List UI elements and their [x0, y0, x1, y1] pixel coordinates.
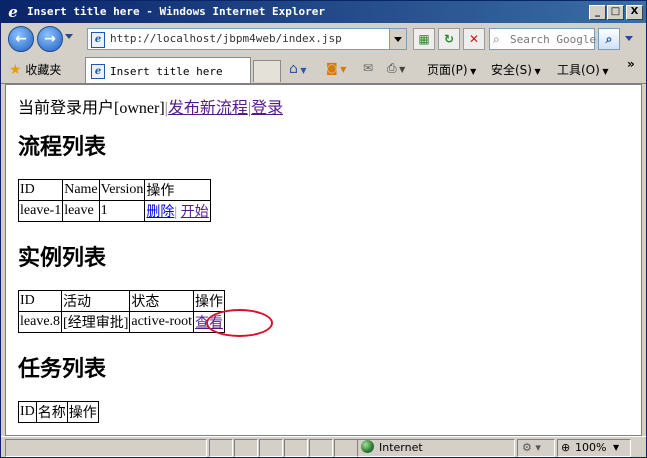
current-user-text: 当前登录用户[owner] — [18, 100, 165, 117]
stop-icon[interactable]: ✕ — [463, 28, 485, 50]
favorites-label: 收藏夹 — [25, 63, 62, 77]
internet-globe-icon — [361, 440, 374, 453]
safety-menu-label: 安全(S) — [491, 63, 532, 77]
instance-state: active-root — [129, 311, 194, 333]
instance-table: ID 活动 状态 操作 leave.8 [经理审批] active-root 查… — [17, 290, 225, 333]
start-link[interactable]: 开始 — [181, 205, 209, 220]
protected-mode-icon: ⚙ ▾ — [522, 441, 541, 454]
header-cell: 状态 — [129, 290, 194, 312]
header-cell: 操作 — [66, 401, 99, 423]
zoom-level: 100% — [575, 441, 607, 454]
status-pane — [334, 439, 358, 457]
maximize-button[interactable]: □ — [607, 5, 624, 20]
refresh-icon[interactable]: ↻ — [438, 28, 460, 50]
header-cell: ID — [17, 290, 63, 312]
tab-active[interactable]: e Insert title here — [85, 57, 251, 83]
compatibility-icon[interactable]: ▦ — [413, 28, 435, 50]
deploy-process-link[interactable]: 发布新流程 — [168, 100, 248, 117]
address-dropdown-icon[interactable] — [389, 29, 406, 49]
process-version: 1 — [98, 200, 146, 222]
delete-link[interactable]: 删除 — [146, 205, 174, 220]
search-input[interactable]: Search Google — [510, 33, 596, 46]
close-button[interactable]: X — [626, 5, 643, 20]
search-box[interactable]: ⌕ Search Google — [489, 28, 596, 50]
more-chevron-icon[interactable]: » — [627, 57, 635, 71]
status-bar: Internet ⚙ ▾ ⊕ 100% ▼ — [1, 436, 646, 457]
process-id: leave-1 — [17, 200, 64, 222]
process-name: leave — [62, 200, 100, 222]
process-list-heading: 流程列表 — [18, 134, 107, 159]
page-icon: e — [91, 32, 105, 48]
status-pane — [234, 439, 258, 457]
title-bar: e Insert title here - Windows Internet E… — [1, 1, 646, 23]
browser-window: e Insert title here - Windows Internet E… — [0, 0, 647, 458]
process-actions: 删除| 开始 — [144, 200, 211, 222]
print-icon[interactable]: ⎙ ▼ — [387, 61, 405, 76]
page-content: 当前登录用户[owner]|发布新流程|登录 流程列表 ID Name Vers… — [5, 84, 642, 436]
highlight-oval — [206, 309, 273, 337]
address-input[interactable]: http://localhost/jbpm4web/index.jsp — [110, 32, 342, 45]
history-dropdown-icon[interactable] — [65, 34, 73, 39]
zoom-icon: ⊕ — [561, 441, 571, 454]
window-title: Insert title here - Windows Internet Exp… — [27, 5, 326, 18]
tab-title: Insert title here — [110, 65, 223, 78]
mail-icon[interactable]: ✉ — [363, 61, 373, 75]
status-text-pane — [5, 439, 207, 457]
login-status-line: 当前登录用户[owner]|发布新流程|登录 — [18, 94, 283, 118]
status-pane — [259, 439, 283, 457]
favorites-button[interactable]: ★ 收藏夹 — [9, 61, 61, 78]
header-cell: Version — [98, 179, 146, 201]
header-cell: Name — [62, 179, 100, 201]
instance-list-heading: 实例列表 — [18, 245, 107, 270]
table-header-row: ID 名称 操作 — [18, 401, 99, 423]
page-icon: e — [91, 64, 105, 79]
tab-command-bar: ★ 收藏夹 e Insert title here ⌂ ▼ ◙ ▼ ✉ ⎙ ▼ … — [1, 54, 646, 84]
header-cell: 活动 — [61, 290, 131, 312]
task-list-heading: 任务列表 — [18, 356, 107, 381]
header-cell: 操作 — [144, 179, 211, 201]
status-pane — [284, 439, 308, 457]
status-pane — [309, 439, 333, 457]
header-cell: ID — [17, 179, 64, 201]
tools-menu[interactable]: 工具(O) ▼ — [557, 61, 609, 78]
back-button[interactable]: ← — [8, 26, 34, 52]
search-options-icon[interactable] — [625, 36, 633, 41]
address-bar[interactable]: e http://localhost/jbpm4web/index.jsp — [87, 28, 407, 50]
zone-label: Internet — [379, 441, 423, 454]
login-link[interactable]: 登录 — [251, 100, 283, 117]
task-table: ID 名称 操作 — [18, 401, 99, 423]
home-icon[interactable]: ⌂ ▼ — [289, 61, 307, 77]
status-pane — [209, 439, 233, 457]
header-cell: 操作 — [193, 290, 225, 312]
header-cell: ID — [18, 401, 37, 423]
table-row: leave.8 [经理审批] active-root 查看 — [17, 311, 225, 333]
table-header-row: ID Name Version 操作 — [17, 179, 211, 201]
process-table: ID Name Version 操作 leave-1 leave 1 删除| 开… — [17, 179, 211, 222]
minimize-button[interactable]: _ — [589, 5, 606, 20]
feeds-icon[interactable]: ◙ ▼ — [326, 61, 346, 75]
instance-activity: [经理审批] — [61, 311, 131, 333]
new-tab-button[interactable] — [253, 60, 281, 82]
tools-menu-label: 工具(O) — [557, 63, 600, 77]
favorites-star-icon: ★ — [9, 62, 22, 78]
table-row: leave-1 leave 1 删除| 开始 — [17, 200, 211, 222]
search-icon: ⌕ — [493, 32, 500, 46]
instance-id: leave.8 — [17, 311, 63, 333]
search-button[interactable]: ⌕ — [598, 28, 620, 50]
forward-button[interactable]: → — [37, 26, 63, 52]
ie-logo-icon: e — [8, 3, 18, 21]
address-toolbar: ← → e http://localhost/jbpm4web/index.js… — [1, 23, 646, 54]
table-header-row: ID 活动 状态 操作 — [17, 290, 225, 312]
page-menu-label: 页面(P) — [427, 63, 468, 77]
header-cell: 名称 — [35, 401, 68, 423]
safety-menu[interactable]: 安全(S) ▼ — [491, 61, 541, 78]
page-menu[interactable]: 页面(P) ▼ — [427, 61, 476, 78]
zoom-dropdown-icon[interactable]: ▼ — [613, 443, 619, 452]
